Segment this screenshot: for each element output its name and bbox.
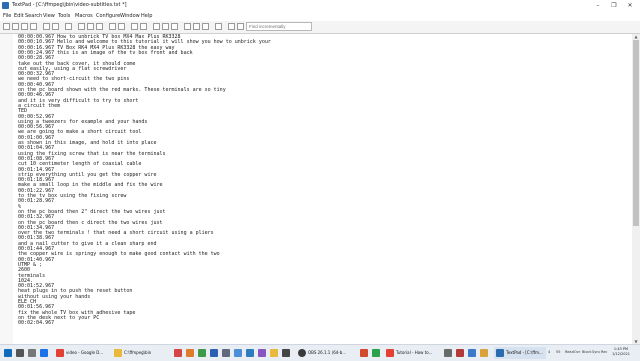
taskbar-label: C:\ffmpeg\bin	[124, 350, 152, 355]
cut-icon[interactable]	[78, 23, 85, 30]
vertical-scrollbar[interactable]: ▲ ▼	[632, 34, 640, 344]
scrollbar-thumb[interactable]	[633, 40, 639, 226]
editor-area[interactable]: 00:00:00.967 How to unbrick TV box MX4 M…	[0, 34, 632, 344]
print-preview-icon[interactable]	[52, 23, 59, 30]
task-view-icon[interactable]	[28, 349, 36, 357]
line-text: 00:02:04.967	[18, 320, 55, 327]
pinned-app-icon[interactable]	[360, 349, 368, 357]
help-icon[interactable]	[237, 23, 244, 30]
pinned-app-icon[interactable]	[186, 349, 194, 357]
visible-spaces-icon[interactable]	[202, 23, 209, 30]
minimize-button[interactable]: –	[590, 0, 606, 11]
status-rec: Rec	[601, 350, 608, 354]
save-icon[interactable]	[21, 23, 28, 30]
editor-line[interactable]: 00:02:04.967	[0, 320, 630, 326]
spell-check-icon[interactable]	[65, 23, 72, 30]
clock-date: 1/12/2021	[612, 352, 630, 356]
menu-file[interactable]: File	[3, 13, 11, 19]
taskbar-label: video - Google D...	[66, 350, 104, 355]
pinned-app-icon[interactable]	[372, 349, 380, 357]
sort-icon[interactable]	[215, 23, 222, 30]
pinned-app-icon[interactable]	[444, 349, 452, 357]
close-button[interactable]: ✕	[622, 0, 638, 11]
search-icon[interactable]	[16, 349, 24, 357]
pinned-app-icon[interactable]	[258, 349, 266, 357]
taskbar-tutorial-browser[interactable]: Tutorial - How to...	[384, 347, 440, 359]
title-bar: TextPad - [C:\ffmpeg\jbin\video-subtitle…	[0, 0, 640, 11]
status-ovr: Ovr	[574, 350, 581, 354]
paste-icon[interactable]	[96, 23, 103, 30]
taskbar-label: Tutorial - How to...	[396, 350, 433, 355]
status-column: 55	[556, 350, 561, 354]
status-read: Read	[565, 350, 574, 354]
new-file-icon[interactable]	[3, 23, 10, 30]
chrome-icon[interactable]	[40, 349, 48, 357]
outdent-icon[interactable]	[140, 23, 147, 30]
menu-view[interactable]: View	[43, 13, 55, 19]
pinned-app-icon[interactable]	[270, 349, 278, 357]
start-icon[interactable]	[4, 349, 12, 357]
open-file-icon[interactable]	[12, 23, 19, 30]
pinned-app-icon[interactable]	[174, 349, 182, 357]
status-sync: Sync	[592, 350, 601, 354]
toolbar	[0, 21, 640, 34]
menu-tools[interactable]: Tools	[58, 13, 70, 19]
print-icon[interactable]	[43, 23, 50, 30]
taskbar-label: OBS 26.1.1 (64-b...	[308, 350, 347, 355]
bookmark-icon[interactable]	[184, 23, 191, 30]
scroll-up-icon[interactable]: ▲	[632, 34, 640, 39]
folder-icon	[114, 349, 122, 357]
textpad-app-icon	[2, 2, 9, 9]
undo-icon[interactable]	[109, 23, 116, 30]
windows-taskbar: video - Google D... C:\ffmpeg\bin OBS 26…	[0, 344, 640, 361]
menu-search[interactable]: Search	[25, 13, 42, 19]
chrome-tab-icon	[386, 349, 394, 357]
obs-icon	[298, 349, 306, 357]
textpad-icon	[496, 349, 504, 357]
word-wrap-icon[interactable]	[193, 23, 200, 30]
taskbar-file-explorer[interactable]: C:\ffmpeg\bin	[112, 347, 168, 359]
pinned-app-icon[interactable]	[282, 349, 290, 357]
word-icon[interactable]	[210, 349, 218, 357]
copy-icon[interactable]	[87, 23, 94, 30]
chrome-tab-icon	[56, 349, 64, 357]
taskbar-google-docs[interactable]: video - Google D...	[54, 347, 110, 359]
maximize-button[interactable]: ❐	[606, 0, 622, 11]
redo-icon[interactable]	[118, 23, 125, 30]
find-next-icon[interactable]	[162, 23, 169, 30]
pinned-app-icon[interactable]	[456, 349, 464, 357]
find-icon[interactable]	[153, 23, 160, 30]
menu-bar: File Edit Search View Tools Macros Confi…	[0, 11, 640, 21]
pinned-app-icon[interactable]	[246, 349, 254, 357]
status-line: 4	[548, 350, 551, 354]
tool-output-icon[interactable]	[228, 23, 235, 30]
excel-icon[interactable]	[198, 349, 206, 357]
menu-window[interactable]: Window	[120, 13, 140, 19]
pinned-app-icon[interactable]	[468, 349, 476, 357]
taskbar-label: TextPad - [C:\ffm...	[506, 350, 543, 355]
window-title: TextPad - [C:\ffmpeg\jbin\video-subtitle…	[12, 2, 127, 8]
pinned-app-icon[interactable]	[234, 349, 242, 357]
menu-configure[interactable]: Configure	[96, 13, 120, 19]
indent-icon[interactable]	[131, 23, 138, 30]
save-all-icon[interactable]	[30, 23, 37, 30]
menu-macros[interactable]: Macros	[75, 13, 93, 19]
find-incrementally-input[interactable]	[246, 22, 312, 31]
taskbar-textpad-active[interactable]: TextPad - [C:\ffm...	[494, 347, 546, 359]
replace-icon[interactable]	[171, 23, 178, 30]
status-block: Block	[582, 350, 592, 354]
menu-edit[interactable]: Edit	[14, 13, 24, 19]
pinned-app-icon[interactable]	[480, 349, 488, 357]
menu-help[interactable]: Help	[141, 13, 152, 19]
pinned-app-icon[interactable]	[222, 349, 230, 357]
system-clock[interactable]: 1:43 PM 1/12/2021	[612, 347, 630, 357]
taskbar-obs[interactable]: OBS 26.1.1 (64-b...	[296, 347, 356, 359]
